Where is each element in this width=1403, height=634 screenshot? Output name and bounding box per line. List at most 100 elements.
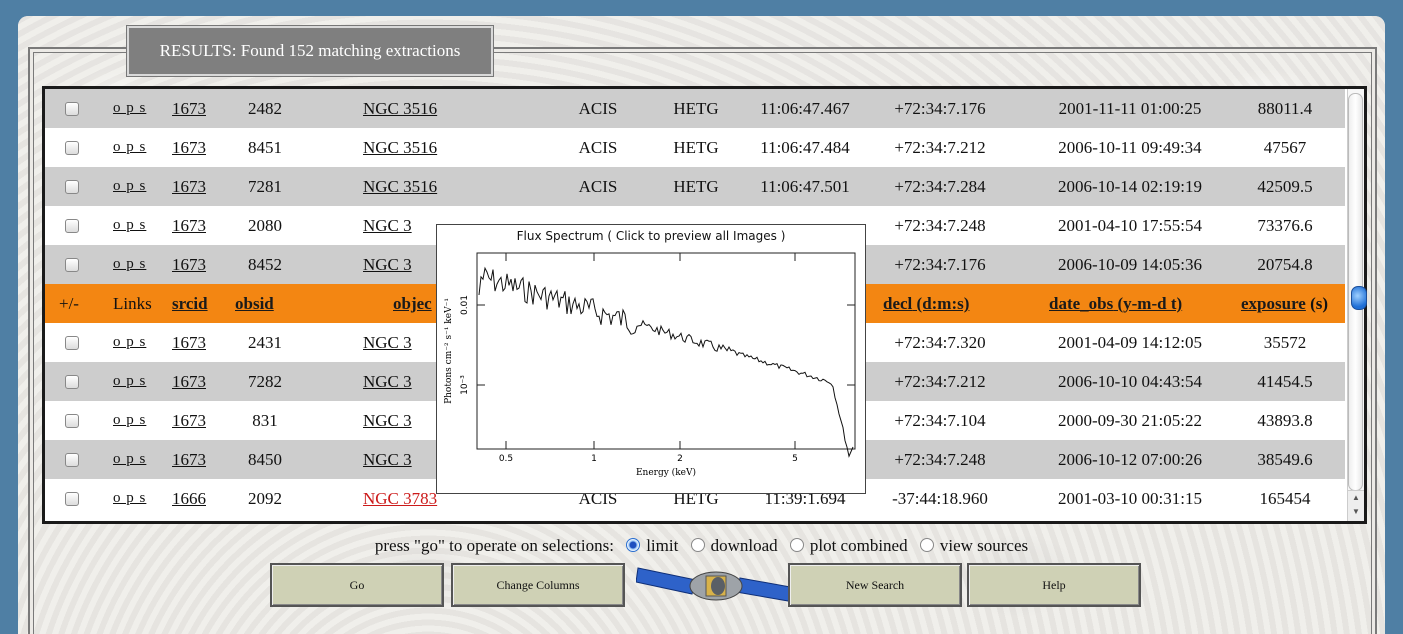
table-row[interactable]: o p s 1673 2482 NGC 3516 ACIS HETG 11:06:47.46…: [45, 89, 1345, 128]
y-axis-label: Photons cm⁻² s⁻¹ keV⁻¹: [444, 298, 454, 404]
exposure-cell: 20754.8: [1257, 255, 1313, 274]
object-link[interactable]: NGC 3: [363, 245, 412, 284]
ops-links[interactable]: o p s: [113, 206, 146, 245]
scroll-arrows[interactable]: ▲ ▼: [1348, 490, 1364, 521]
header-object[interactable]: objec: [393, 284, 432, 323]
ops-links[interactable]: o p s: [113, 440, 146, 479]
ops-links[interactable]: o p s: [113, 89, 146, 128]
date-obs-cell: 2001-11-11 01:00:25: [1058, 99, 1202, 118]
ops-links[interactable]: o p s: [113, 362, 146, 401]
row-checkbox[interactable]: [65, 375, 79, 389]
srcid-link[interactable]: 1673: [172, 323, 206, 362]
radio-plot-combined[interactable]: [789, 538, 804, 552]
object-link[interactable]: NGC 3516: [363, 167, 437, 206]
object-link[interactable]: NGC 3: [363, 206, 412, 245]
radio-view-sources[interactable]: [919, 538, 934, 552]
object-link[interactable]: NGC 3: [363, 323, 412, 362]
row-checkbox[interactable]: [65, 219, 79, 233]
object-link[interactable]: NGC 3: [363, 362, 412, 401]
x-tick-label: 1: [591, 454, 597, 464]
date-obs-cell: 2006-10-10 04:43:54: [1057, 372, 1203, 391]
row-checkbox[interactable]: [65, 336, 79, 350]
results-panel: RESULTS: Found 152 matching extractions …: [18, 16, 1385, 634]
decl-cell: +72:34:7.212: [894, 372, 986, 391]
row-checkbox[interactable]: [65, 180, 79, 194]
object-link[interactable]: NGC 3: [363, 440, 412, 479]
ops-links[interactable]: o p s: [113, 167, 146, 206]
ops-links[interactable]: o p s: [113, 128, 146, 167]
srcid-link[interactable]: 1673: [172, 206, 206, 245]
row-checkbox[interactable]: [65, 141, 79, 155]
decl-cell: +72:34:7.248: [894, 216, 986, 235]
obsid-cell: 2431: [248, 333, 282, 352]
srcid-link[interactable]: 1673: [172, 362, 206, 401]
help-button[interactable]: Help: [967, 563, 1141, 607]
srcid-link[interactable]: 1673: [172, 401, 206, 440]
srcid-link[interactable]: 1673: [172, 89, 206, 128]
ra-cell: 11:06:47.467: [760, 99, 850, 118]
obsid-cell: 8452: [248, 255, 282, 274]
date-obs-cell: 2001-04-10 17:55:54: [1057, 216, 1203, 235]
date-obs-cell: 2001-04-09 14:12:05: [1057, 333, 1203, 352]
object-link[interactable]: NGC 3783: [363, 479, 437, 518]
date-obs-cell: 2006-10-09 14:05:36: [1057, 255, 1203, 274]
exposure-cell: 41454.5: [1257, 372, 1313, 391]
decl-cell: +72:34:7.176: [894, 255, 986, 274]
header-date-obs[interactable]: date_obs: [1049, 294, 1113, 313]
table-row[interactable]: o p s 1673 7281 NGC 3516 ACIS HETG 11:06:47.50…: [45, 167, 1345, 206]
date-obs-cell: 2006-10-14 02:19:19: [1057, 177, 1203, 196]
row-checkbox[interactable]: [65, 258, 79, 272]
object-link[interactable]: NGC 3516: [363, 89, 437, 128]
header-decl-unit: (d:m:s): [912, 294, 970, 313]
spectrum-plot[interactable]: Energy (keV) Photons cm⁻² s⁻¹ keV⁻¹ 0.5 …: [437, 225, 865, 493]
ops-links[interactable]: o p s: [113, 401, 146, 440]
chandra-satellite-icon: [636, 567, 797, 603]
header-srcid[interactable]: srcid: [172, 284, 208, 323]
object-link[interactable]: NGC 3: [363, 401, 412, 440]
obsid-cell: 2482: [248, 99, 282, 118]
srcid-link[interactable]: 1673: [172, 245, 206, 284]
y-tick-label: 0.01: [460, 295, 470, 315]
ops-links[interactable]: o p s: [113, 479, 146, 518]
decl-cell: -37:44:18.960: [892, 489, 988, 508]
srcid-link[interactable]: 1673: [172, 167, 206, 206]
row-checkbox[interactable]: [65, 414, 79, 428]
decl-cell: +72:34:7.104: [894, 411, 986, 430]
decl-cell: +72:34:7.176: [894, 99, 986, 118]
exposure-cell: 35572: [1263, 333, 1307, 352]
x-tick-label: 2: [677, 454, 683, 464]
row-checkbox[interactable]: [65, 453, 79, 467]
decl-cell: +72:34:7.284: [894, 177, 986, 196]
ra-cell: 11:06:47.484: [760, 138, 850, 157]
instrument-cell: ACIS: [578, 99, 618, 118]
option-label: limit: [646, 536, 679, 555]
obsid-cell: 2080: [248, 216, 282, 235]
exposure-cell: 42509.5: [1257, 177, 1313, 196]
ops-links[interactable]: o p s: [113, 245, 146, 284]
header-decl[interactable]: decl: [883, 294, 912, 313]
obsid-cell: 2092: [248, 489, 282, 508]
x-tick-label: 5: [792, 454, 798, 464]
select-toggle[interactable]: +/-: [59, 284, 79, 323]
radio-download[interactable]: [690, 538, 705, 552]
new-search-button[interactable]: New Search: [788, 563, 962, 607]
header-obsid[interactable]: obsid: [235, 284, 274, 323]
srcid-link[interactable]: 1673: [172, 128, 206, 167]
srcid-link[interactable]: 1673: [172, 440, 206, 479]
ops-links[interactable]: o p s: [113, 323, 146, 362]
change-columns-button[interactable]: Change Columns: [451, 563, 625, 607]
exposure-cell: 88011.4: [1257, 99, 1313, 118]
go-button[interactable]: Go: [270, 563, 444, 607]
object-link[interactable]: NGC 3516: [363, 128, 437, 167]
srcid-link[interactable]: 1666: [172, 479, 206, 518]
table-row[interactable]: o p s 1673 8451 NGC 3516 ACIS HETG 11:06:47.48…: [45, 128, 1345, 167]
row-checkbox[interactable]: [65, 102, 79, 116]
header-exposure[interactable]: exposure: [1241, 294, 1306, 313]
date-obs-cell: 2000-09-30 21:05:22: [1057, 411, 1203, 430]
results-legend: RESULTS: Found 152 matching extractions: [126, 25, 494, 77]
radio-limit[interactable]: [626, 538, 641, 552]
row-checkbox[interactable]: [65, 492, 79, 506]
obsid-cell: 8451: [248, 138, 282, 157]
flux-spectrum-popup[interactable]: Flux Spectrum ( Click to preview all Ima…: [436, 224, 866, 494]
scroll-knob[interactable]: [1351, 286, 1367, 310]
